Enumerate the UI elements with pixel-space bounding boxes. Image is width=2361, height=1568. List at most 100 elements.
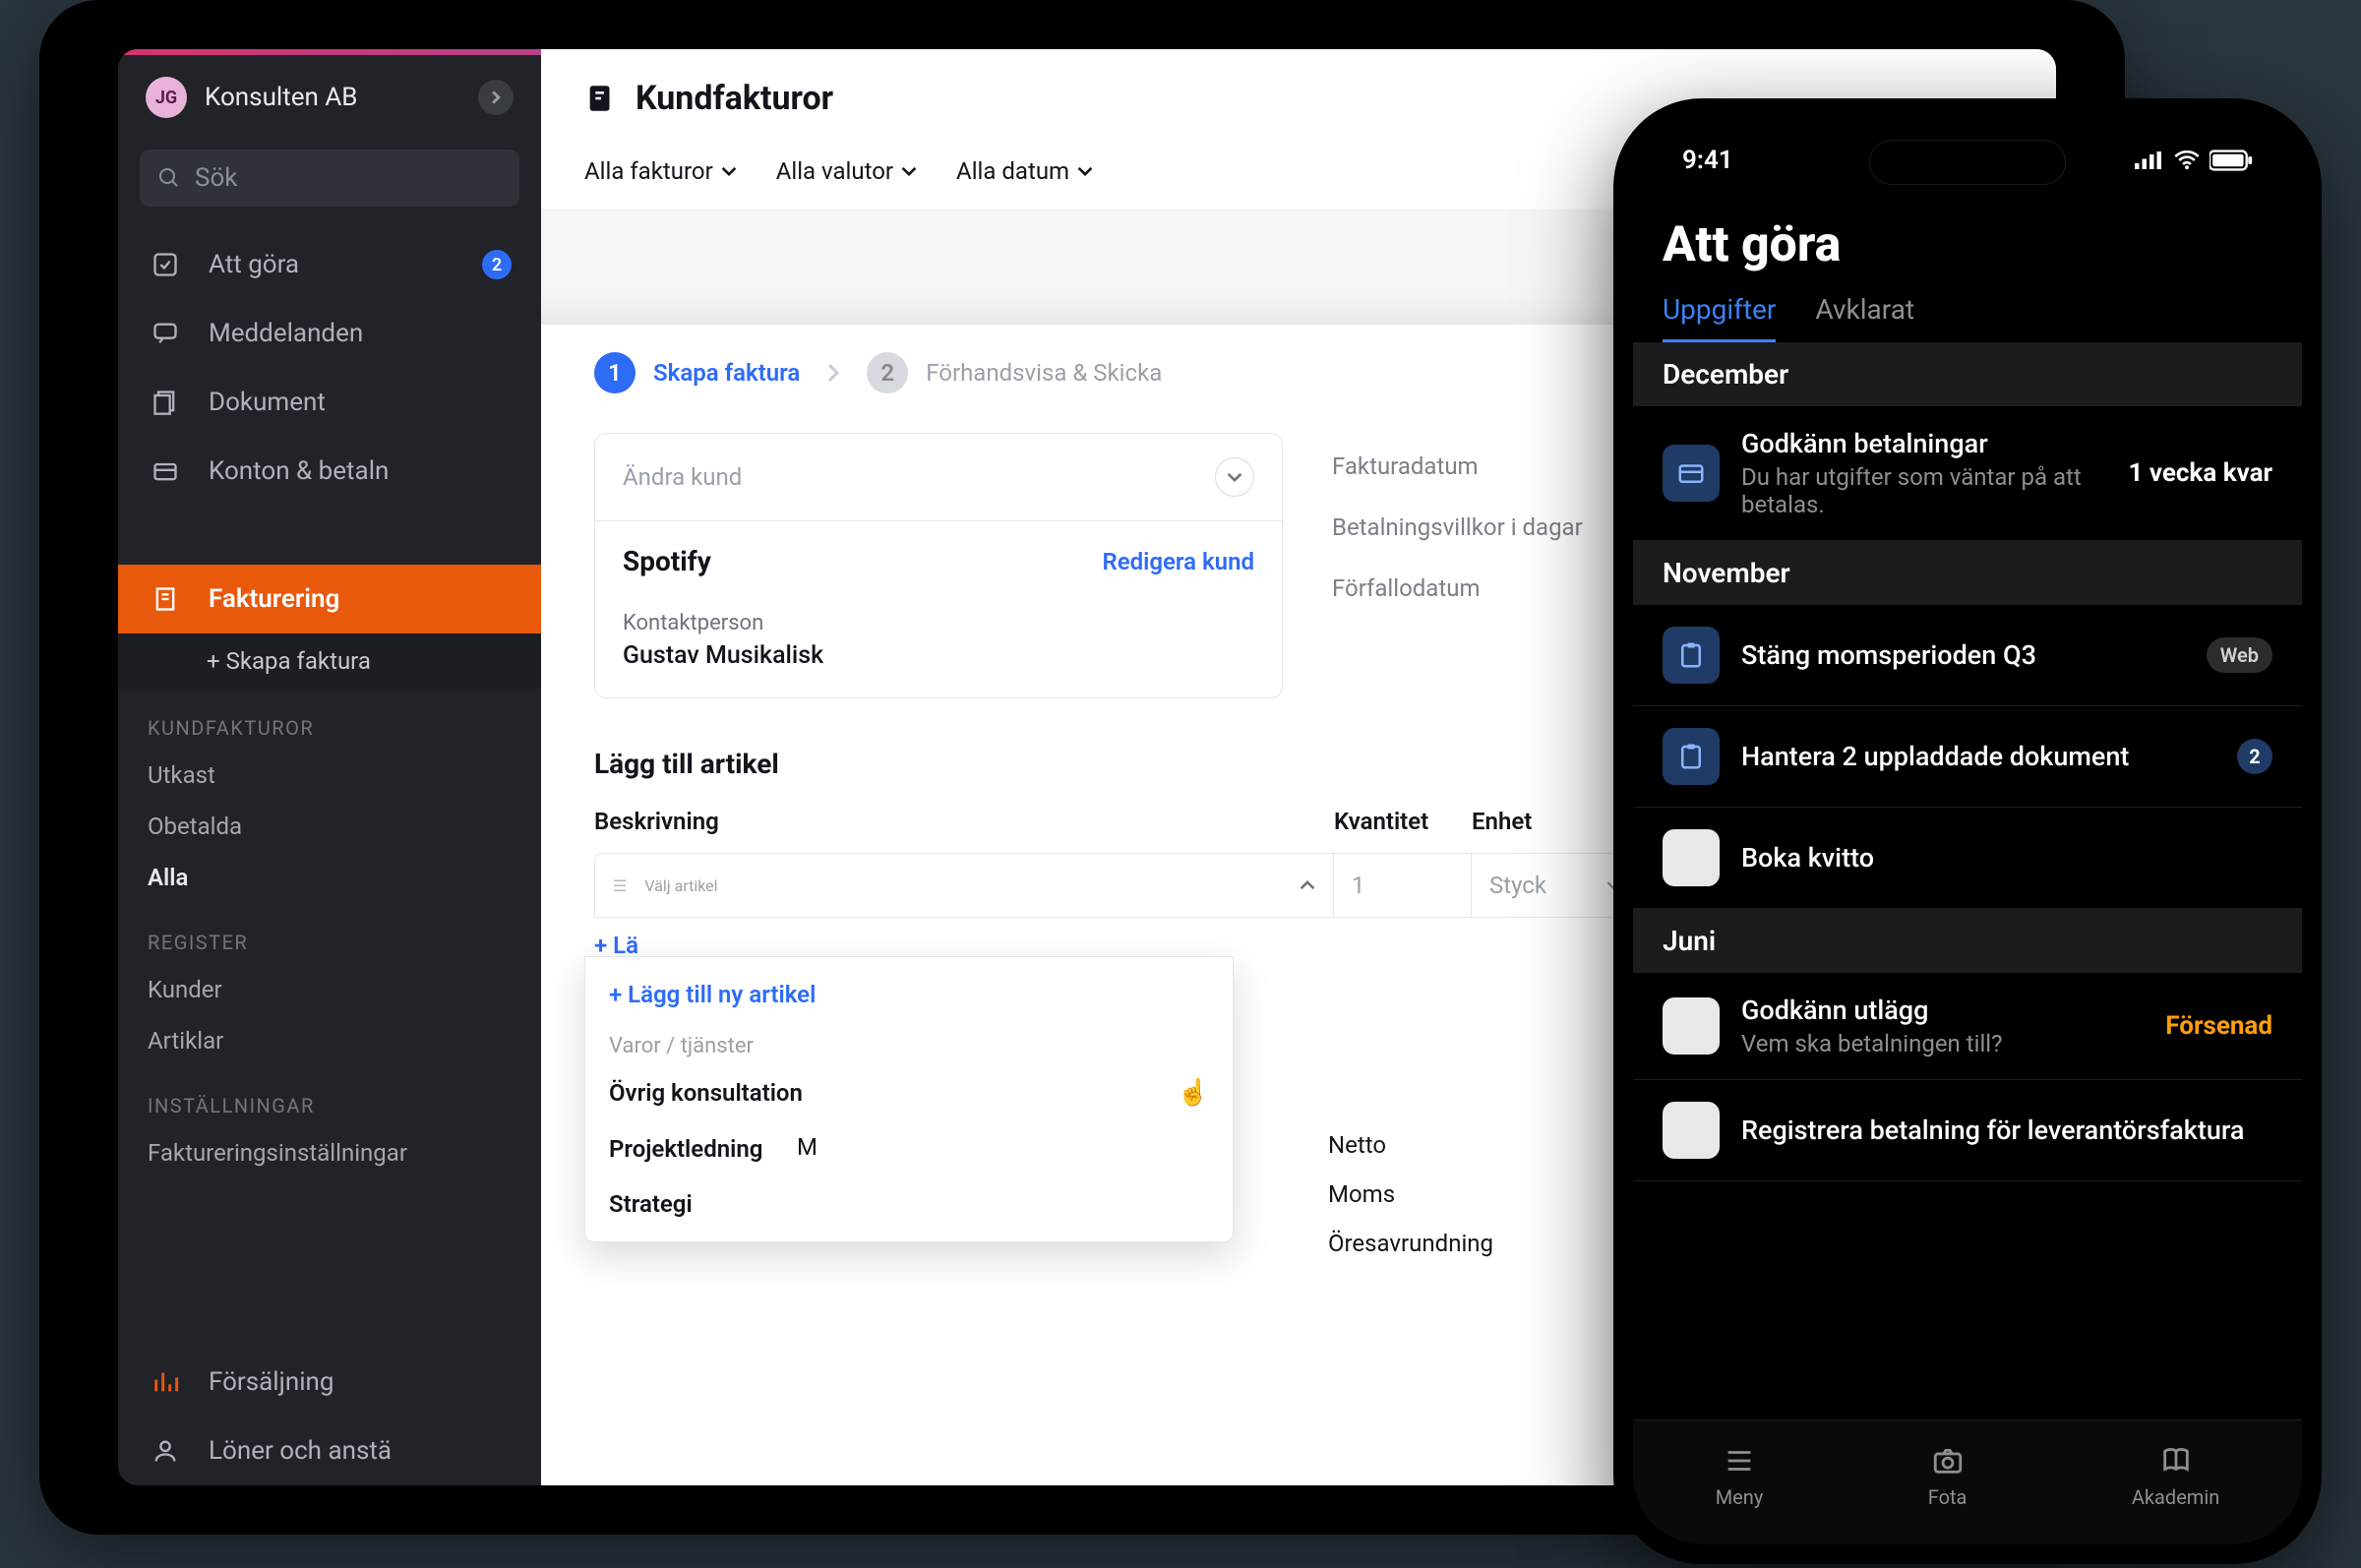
section-label: INSTÄLLNINGAR — [118, 1066, 541, 1127]
dd-category-label: Varor / tjänster — [585, 1022, 1233, 1064]
chart-icon — [148, 1368, 183, 1396]
filter-all-dates[interactable]: Alla datum — [956, 157, 1093, 185]
edit-customer-link[interactable]: Redigera kund — [1102, 548, 1254, 575]
bn-akademin[interactable]: Akademin — [2132, 1444, 2219, 1509]
chevron-down-icon[interactable] — [1215, 457, 1254, 497]
dd-add-new[interactable]: + Lägg till ny artikel — [585, 967, 1233, 1022]
filter-all-invoices[interactable]: Alla fakturor — [584, 157, 737, 185]
totals-block: M Netto Moms Öresavrundning — [1328, 1131, 1493, 1257]
org-name: Konsulten AB — [205, 83, 358, 112]
tab-uppgifter[interactable]: Uppgifter — [1663, 293, 1776, 342]
nav-todo[interactable]: Att göra 2 — [118, 230, 541, 299]
card-icon — [1663, 445, 1720, 502]
nav-sales[interactable]: Försäljning — [118, 1348, 541, 1417]
tab-avklarat[interactable]: Avklarat — [1815, 293, 1914, 342]
sub-artiklar[interactable]: Artiklar — [118, 1015, 541, 1066]
nav-documents[interactable]: Dokument — [118, 368, 541, 437]
task-register-payment[interactable]: Registrera betalning för leverantörsfakt… — [1633, 1080, 2302, 1181]
customer-name: Spotify — [623, 545, 711, 577]
dd-option[interactable]: Projektledning — [585, 1121, 1233, 1176]
chevron-down-icon — [721, 163, 737, 179]
total-ore: Öresavrundning — [1328, 1230, 1493, 1257]
task-close-vat[interactable]: Stäng momsperioden Q3 Web — [1633, 605, 2302, 706]
org-switch-icon[interactable] — [478, 80, 514, 115]
change-customer-row[interactable]: Ändra kund — [595, 434, 1282, 521]
bn-menu[interactable]: Meny — [1716, 1444, 1764, 1509]
nav-label: Meddelanden — [209, 319, 363, 348]
dd-option[interactable]: Övrig konsultation ☝ — [585, 1064, 1233, 1121]
step-number: 1 — [594, 352, 636, 393]
task-title: Stäng momsperioden Q3 — [1741, 639, 2185, 671]
change-customer-label: Ändra kund — [623, 463, 742, 491]
invoice-icon — [148, 585, 183, 613]
todo-badge: 2 — [482, 250, 512, 279]
task-title: Registrera betalning för leverantörsfakt… — [1741, 1115, 2272, 1146]
chevron-right-icon — [823, 363, 843, 383]
signal-icon — [2135, 151, 2164, 170]
phone-notch — [1869, 140, 2066, 185]
task-title: Hantera 2 uppladdade dokument — [1741, 741, 2215, 772]
nav-label: Konton & betaln — [209, 456, 389, 486]
sub-utkast[interactable]: Utkast — [118, 750, 541, 801]
bn-fota[interactable]: Fota — [1928, 1444, 1968, 1509]
total-moms: Moms — [1328, 1180, 1493, 1208]
drag-handle-icon[interactable]: ☰ — [613, 876, 627, 895]
clipboard-icon — [1663, 627, 1720, 684]
nav-invoicing[interactable]: Fakturering — [118, 565, 541, 633]
filter-all-currencies[interactable]: Alla valutor — [776, 157, 917, 185]
section-label: KUNDFAKTUROR — [118, 689, 541, 750]
step-preview[interactable]: 2 Förhandsvisa & Skicka — [867, 352, 1162, 393]
task-approve-payments[interactable]: Godkänn betalningar Du har utgifter som … — [1633, 406, 2302, 541]
phone-frame: 9:41 Att göra Uppgifter Avklarat Decembe… — [1613, 98, 2322, 1564]
item-select[interactable]: ☰ Välj artikel — [595, 854, 1333, 917]
step-create[interactable]: 1 Skapa faktura — [594, 352, 800, 393]
chevron-up-icon — [1300, 877, 1315, 893]
nav-label: Löner och anstä — [209, 1436, 392, 1466]
count-badge: 2 — [2237, 739, 2272, 774]
sub-kunder[interactable]: Kunder — [118, 964, 541, 1015]
phone-bottom-nav: Meny Fota Akademin — [1633, 1419, 2302, 1544]
search-placeholder: Sök — [195, 163, 237, 193]
task-late-badge: Försenad — [2165, 1011, 2272, 1041]
task-handle-docs[interactable]: Hantera 2 uppladdade dokument 2 — [1633, 706, 2302, 808]
add-invoice-link[interactable]: + Skapa faktura — [118, 633, 541, 689]
phone-tabs: Uppgifter Avklarat — [1633, 293, 2302, 342]
person-icon — [148, 1437, 183, 1465]
th-qty: Kvantitet — [1334, 808, 1472, 835]
step-number: 2 — [867, 352, 908, 393]
receipt-thumb-icon — [1663, 829, 1720, 886]
wifi-icon — [2174, 151, 2200, 170]
sub-faktset[interactable]: Faktureringsinställningar — [118, 1127, 541, 1178]
task-approve-expense[interactable]: Godkänn utlägg Vem ska betalningen till?… — [1633, 973, 2302, 1080]
nav-list-3: Försäljning Löner och anstä — [118, 1348, 541, 1485]
qty-input[interactable]: 1 — [1333, 854, 1471, 917]
nav-accounts[interactable]: Konton & betaln — [118, 437, 541, 506]
section-juni: Juni — [1633, 909, 2302, 973]
nav-label: Dokument — [209, 388, 326, 417]
task-due: 1 vecka kvar — [2128, 458, 2272, 488]
nav-list-2: Fakturering — [118, 565, 541, 633]
search-input[interactable]: Sök — [140, 150, 519, 207]
chevron-down-icon — [1077, 163, 1093, 179]
search-icon — [157, 166, 181, 190]
th-desc: Beskrivning — [594, 808, 1334, 835]
sub-alla[interactable]: Alla — [118, 852, 541, 903]
nav-label: Försäljning — [209, 1367, 334, 1397]
web-badge: Web — [2207, 637, 2272, 673]
phone-page-title: Att göra — [1633, 183, 2302, 293]
sub-obetalda[interactable]: Obetalda — [118, 801, 541, 852]
dd-option[interactable]: Strategi — [585, 1176, 1233, 1232]
nav-payroll[interactable]: Löner och anstä — [118, 1417, 541, 1485]
nav-messages[interactable]: Meddelanden — [118, 299, 541, 368]
status-time: 9:41 — [1682, 146, 1733, 175]
brand-row[interactable]: JG Konsulten AB — [118, 49, 541, 138]
camera-icon — [1931, 1444, 1965, 1478]
org-avatar: JG — [146, 77, 187, 118]
section-label: REGISTER — [118, 903, 541, 964]
section-december: December — [1633, 342, 2302, 406]
task-book-receipt[interactable]: Boka kvitto — [1633, 808, 2302, 909]
battery-icon — [2210, 150, 2253, 171]
task-subtitle: Du har utgifter som väntar på att betala… — [1741, 459, 2106, 518]
clipboard-icon — [1663, 728, 1720, 785]
chat-icon — [148, 320, 183, 347]
